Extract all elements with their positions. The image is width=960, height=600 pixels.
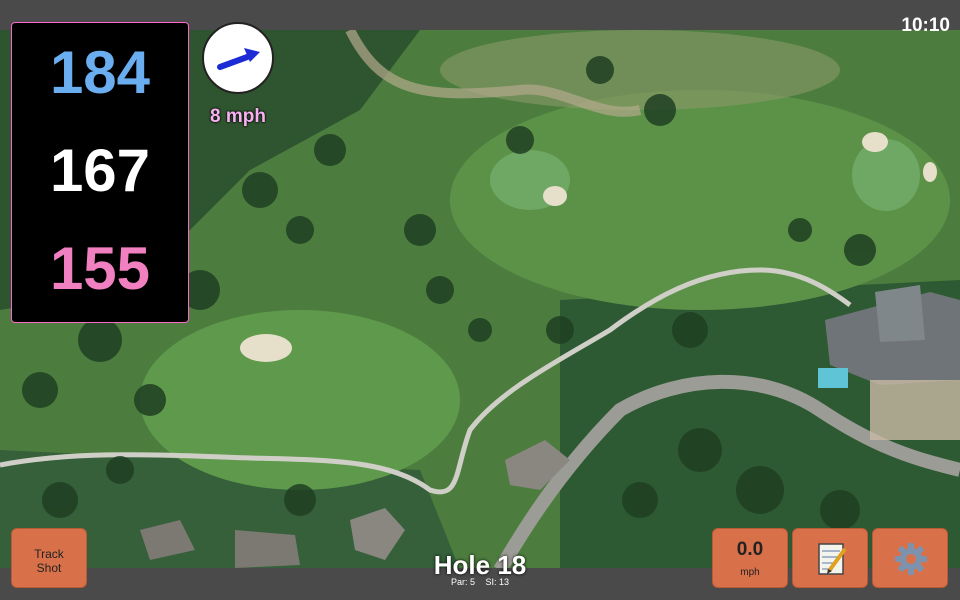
distance-panel: 184 167 155 (11, 22, 189, 323)
hole-stroke-index: SI: 13 (485, 577, 510, 587)
back-distance: 184 (49, 39, 151, 106)
front-distance: 155 (49, 235, 151, 302)
track-shot-label-line1: Track (34, 547, 64, 561)
track-shot-label-line2: Shot (36, 561, 62, 575)
status-time: 10:10 (901, 15, 950, 36)
track-shot-button[interactable]: Track Shot (11, 528, 87, 588)
gear-icon (895, 543, 927, 575)
notepad-icon (818, 543, 847, 575)
wind-arrow-icon (217, 48, 260, 70)
settings-button[interactable] (872, 528, 948, 588)
speed-unit: mph (740, 567, 760, 578)
hole-par: Par: 5 (450, 577, 475, 587)
speed-value: 0.0 (736, 539, 764, 560)
center-distance: 167 (49, 137, 151, 204)
wind-speed-label: 8 mph (210, 106, 266, 127)
hole-info: Par: 5 SI: 13 (380, 577, 580, 587)
wind-direction-dial (202, 22, 274, 94)
notes-button[interactable] (792, 528, 868, 588)
speed-button[interactable]: 0.0 mph (712, 528, 788, 588)
